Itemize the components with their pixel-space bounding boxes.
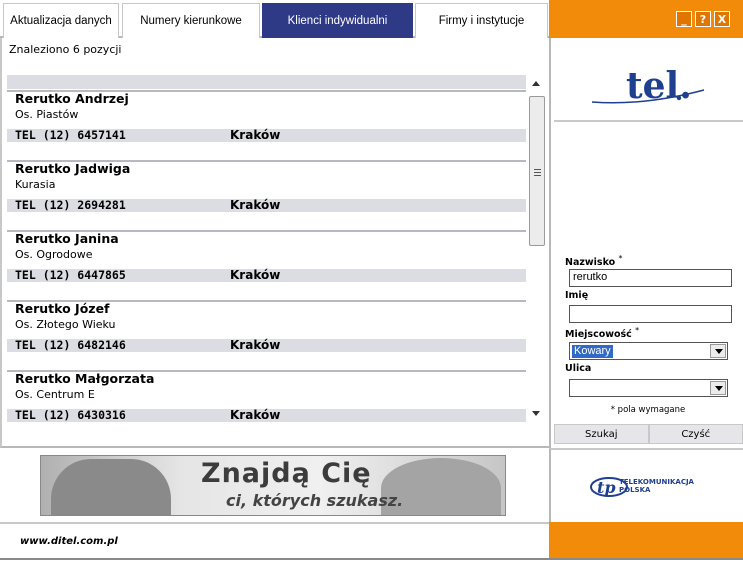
window-bottom-edge: [0, 558, 743, 566]
website-link[interactable]: www.ditel.com.pl: [20, 536, 118, 547]
entry-phone-bar: TEL (12) 6430316 Kraków: [7, 409, 526, 422]
tab-aktualizacja-danych[interactable]: Aktualizacja danych: [3, 3, 119, 38]
entry-name: Rerutko Józef: [15, 301, 110, 316]
chevron-down-icon[interactable]: [710, 344, 726, 358]
entry-phone-bar: TEL (12) 6482146 Kraków: [7, 339, 526, 352]
city-label: Miejscowość *: [565, 326, 640, 341]
street-label: Ulica: [565, 363, 592, 374]
firstname-label: Imię: [565, 290, 589, 301]
street-selected-value: [572, 382, 576, 395]
tab-bar: Aktualizacja danych Numery kierunkowe Kl…: [0, 0, 549, 38]
entry-phone-bar: TEL (12) 6457141 Kraków: [7, 129, 526, 142]
entry-name: Rerutko Janina: [15, 231, 119, 246]
entry-city: Kraków: [230, 268, 281, 282]
entry-city: Kraków: [230, 128, 281, 142]
list-item[interactable]: Rerutko Andrzej Os. Piastów TEL (12) 645…: [7, 90, 526, 160]
surname-label: Nazwisko *: [565, 254, 623, 269]
list-item[interactable]: Rerutko Janina Os. Ogrodowe TEL (12) 644…: [7, 230, 526, 300]
entry-street: Os. Piastów: [15, 108, 79, 121]
results-scrollbar[interactable]: [529, 76, 545, 426]
street-select[interactable]: [569, 379, 728, 397]
tab-firmy-i-instytucje[interactable]: Firmy i instytucje: [415, 3, 548, 38]
entry-street: Os. Centrum E: [15, 388, 95, 401]
grip-line: [534, 169, 541, 170]
tab-numery-kierunkowe[interactable]: Numery kierunkowe: [122, 3, 260, 38]
ad-area: Znajdą Cię ci, których szukasz.: [0, 448, 549, 522]
tel-logo-icon: tel.: [591, 65, 705, 107]
surname-field[interactable]: rerutko: [569, 269, 732, 287]
tel-logo-text: tel.: [626, 65, 692, 107]
entry-name: Rerutko Małgorzata: [15, 371, 155, 386]
entry-city: Kraków: [230, 338, 281, 352]
entry-phone: TEL (12) 6447865: [15, 268, 126, 282]
scroll-up-icon[interactable]: [532, 81, 540, 86]
entry-name: Rerutko Andrzej: [15, 91, 129, 106]
entry-street: Os. Złotego Wieku: [15, 318, 116, 331]
entry-phone: TEL (12) 6430316: [15, 408, 126, 422]
tp-logo: tp TELEKOMUNIKACJA POLSKA: [549, 448, 743, 522]
entry-phone: TEL (12) 6482146: [15, 338, 126, 352]
search-panel: tel. Nazwisko * rerutko Imię Miejscowość…: [549, 38, 743, 448]
scroll-thumb[interactable]: [529, 96, 545, 246]
close-button[interactable]: X: [714, 11, 730, 27]
banner-person-image: [51, 459, 171, 515]
entry-street: Os. Ogrodowe: [15, 248, 93, 261]
list-header-bar: [7, 75, 526, 89]
entry-phone-bar: TEL (12) 6447865 Kraków: [7, 269, 526, 282]
list-item[interactable]: Rerutko Małgorzata Os. Centrum E TEL (12…: [7, 370, 526, 424]
city-select[interactable]: Kowary: [569, 342, 728, 360]
chevron-down-icon[interactable]: [710, 381, 726, 395]
entry-city: Kraków: [230, 198, 281, 212]
help-button[interactable]: ?: [695, 11, 711, 27]
results-summary: Znaleziono 6 pozycji: [9, 43, 122, 56]
list-item[interactable]: Rerutko Józef Os. Złotego Wieku TEL (12)…: [7, 300, 526, 370]
svg-text:tp: tp: [597, 478, 616, 497]
results-panel: Znaleziono 6 pozycji Rerutko Andrzej Os.…: [0, 38, 549, 448]
ad-banner[interactable]: Znajdą Cię ci, których szukasz.: [40, 455, 506, 516]
grip-line: [534, 172, 541, 173]
entry-phone: TEL (12) 6457141: [15, 128, 126, 142]
firstname-field[interactable]: [569, 305, 732, 323]
tel-logo: tel.: [554, 40, 743, 122]
search-button[interactable]: Szukaj: [554, 424, 649, 444]
grip-line: [534, 175, 541, 176]
banner-headline: Znajdą Cię: [201, 458, 372, 489]
entry-city: Kraków: [230, 408, 281, 422]
tp-logo-text: TELEKOMUNIKACJA POLSKA: [619, 478, 694, 494]
clear-button[interactable]: Czyść: [648, 424, 743, 444]
entry-name: Rerutko Jadwiga: [15, 161, 131, 176]
entry-phone-bar: TEL (12) 2694281 Kraków: [7, 199, 526, 212]
city-selected-value: Kowary: [572, 345, 613, 358]
minimize-button[interactable]: _: [676, 11, 692, 27]
required-note: * pola wymagane: [610, 405, 686, 415]
entry-phone: TEL (12) 2694281: [15, 198, 126, 212]
bottom-accent-bar: [549, 522, 743, 558]
tab-klienci-indywidualni[interactable]: Klienci indywidualni: [262, 3, 413, 38]
list-item[interactable]: Rerutko Jadwiga Kurasia TEL (12) 2694281…: [7, 160, 526, 230]
entry-street: Kurasia: [15, 178, 56, 191]
title-bar: _ ? X: [549, 0, 743, 38]
search-actions: Szukaj Czyść: [554, 424, 743, 444]
scroll-down-icon[interactable]: [532, 411, 540, 416]
banner-subline: ci, których szukasz.: [226, 491, 404, 510]
results-list: Rerutko Andrzej Os. Piastów TEL (12) 645…: [7, 90, 526, 424]
